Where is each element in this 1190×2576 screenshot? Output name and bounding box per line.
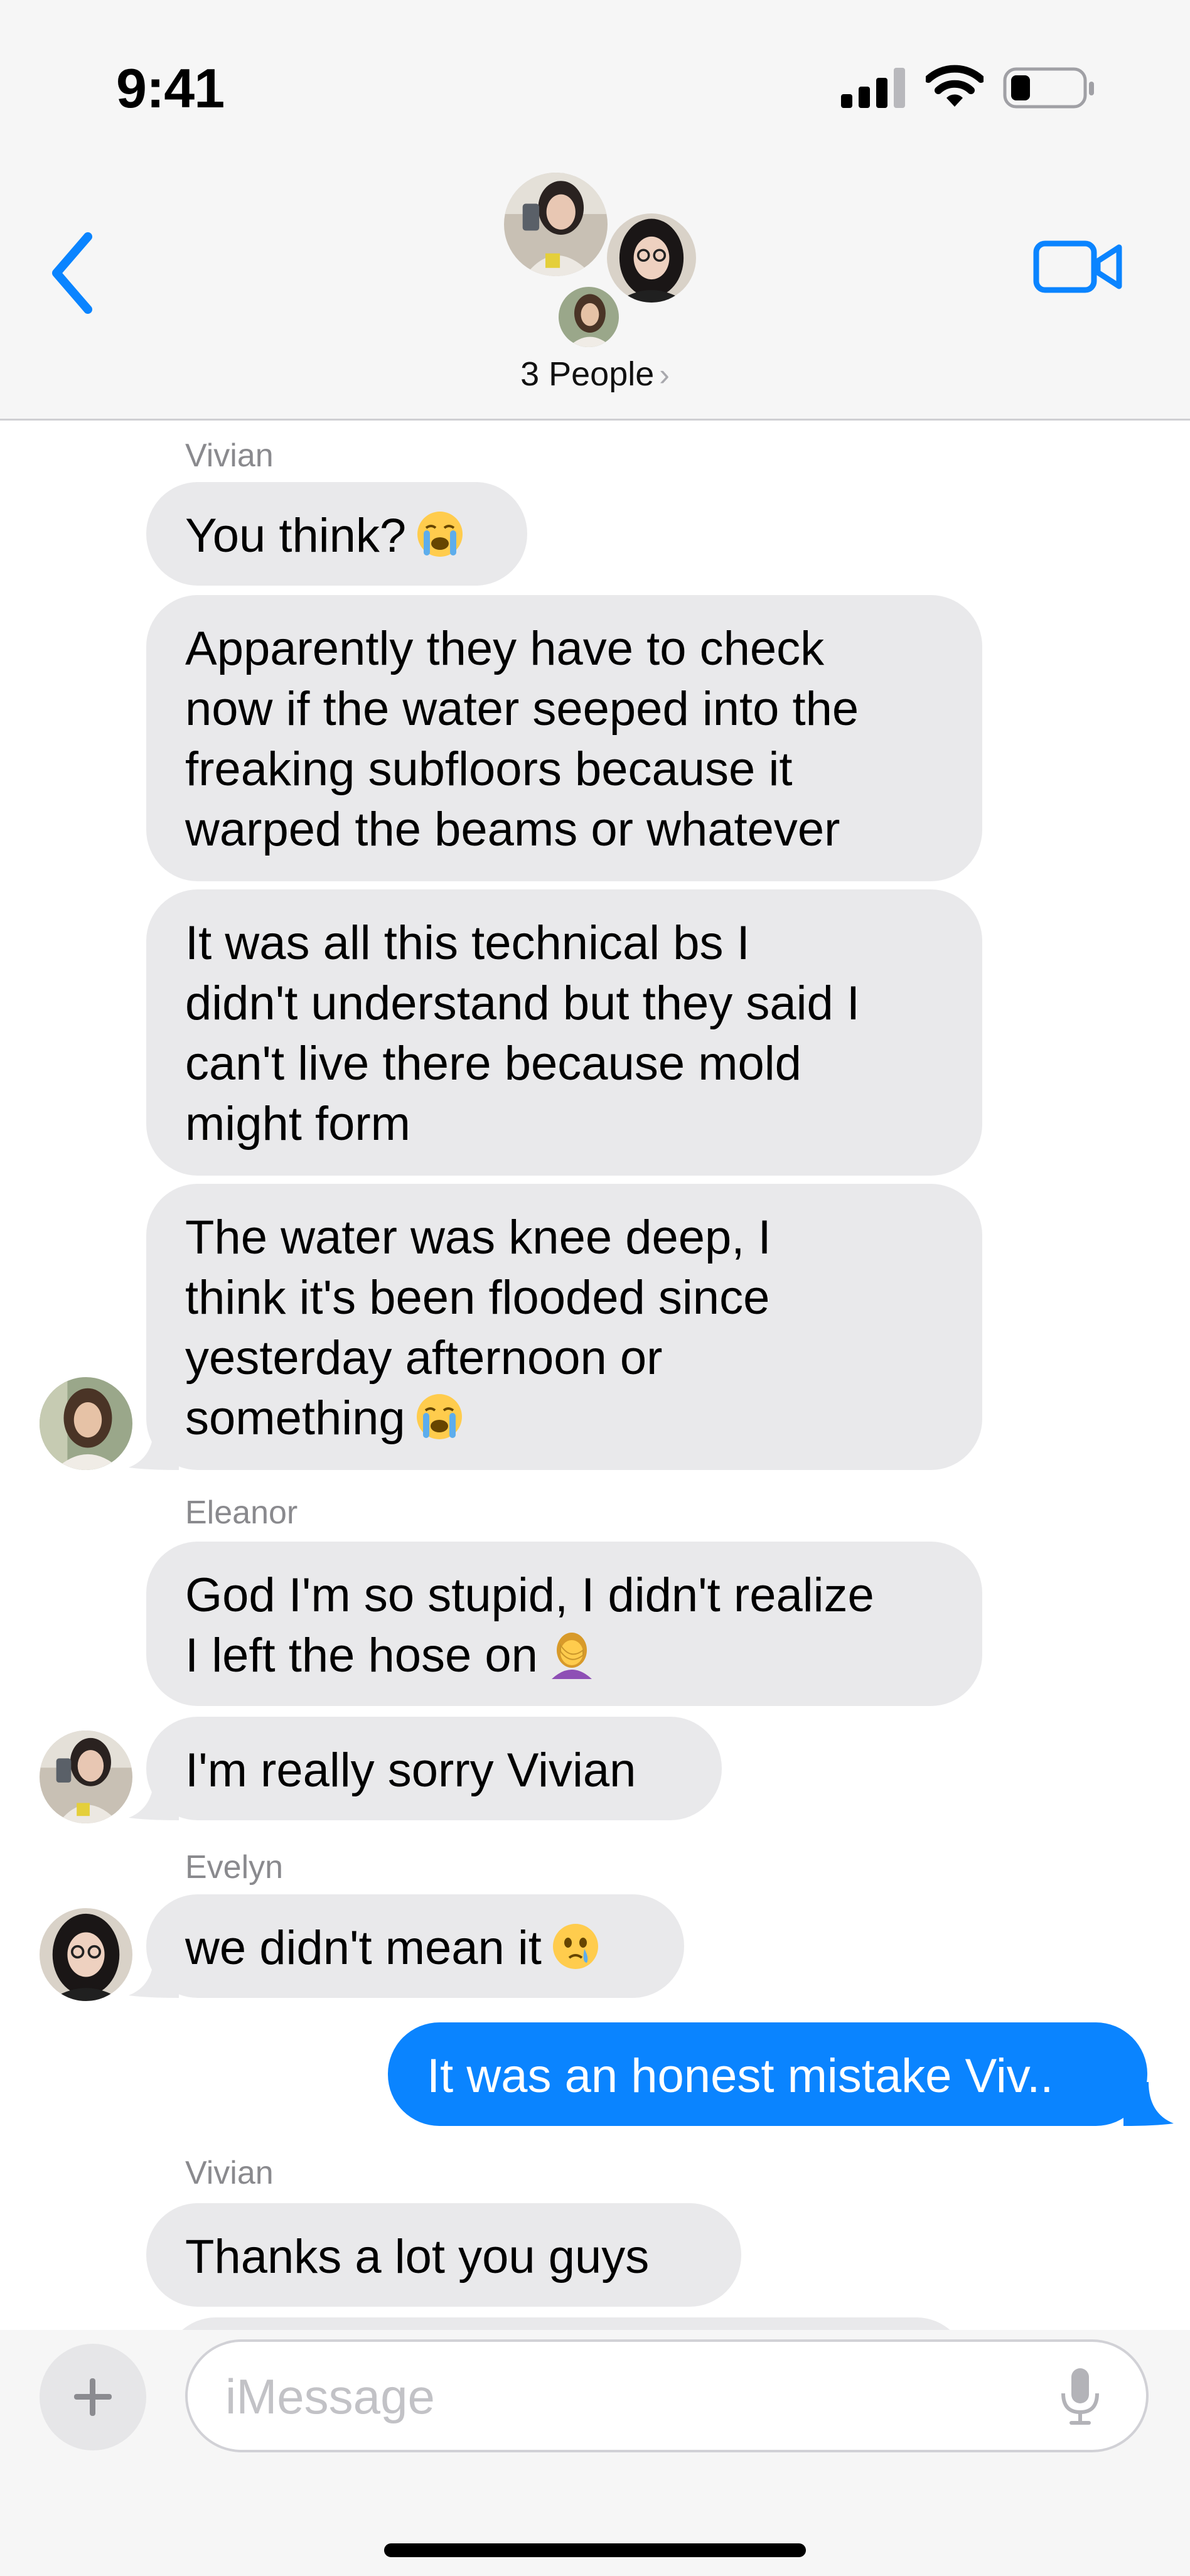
message-text: God I'm so stupid, I didn't realize I le…: [185, 1569, 874, 1682]
input-bar: iMessage: [0, 2330, 1190, 2576]
message-bubble[interactable]: Thanks a lot you guys: [146, 2203, 741, 2307]
avatar-eleanor: [501, 169, 611, 279]
person-facepalming-emoji: [551, 1633, 592, 1679]
message-text: The water was knee deep, I think it's be…: [185, 1211, 771, 1445]
message-bubble[interactable]: You think?: [146, 482, 527, 586]
loudly-crying-face-emoji: [416, 1394, 462, 1439]
message-text: It was an honest mistake Viv..: [427, 2049, 1054, 2103]
bubble-tail: [1123, 2082, 1174, 2126]
message-bubble[interactable]: It was all this technical bs I didn't un…: [146, 889, 982, 1176]
message-list[interactable]: Vivian You think? Apparently they have t…: [0, 422, 1190, 2330]
cellular-signal-icon: [841, 68, 905, 108]
message-bubble[interactable]: The water was knee deep, I think it's be…: [146, 1184, 982, 1470]
bubble-tail: [129, 1954, 179, 1998]
message-text: Apparently they have to check now if the…: [185, 622, 859, 856]
plus-icon-stem: [90, 2378, 95, 2416]
message-bubble[interactable]: God I'm so stupid, I didn't realize I le…: [146, 1542, 982, 1706]
messages-screen: 9:41 3 People › Vivian You think? Appare…: [0, 0, 1190, 2576]
message-text: I'm really sorry Vivian: [185, 1744, 636, 1797]
chevron-right-icon: ›: [659, 357, 670, 392]
avatar-eleanor[interactable]: [40, 1731, 132, 1823]
message-text: Thanks a lot you guys: [185, 2230, 650, 2284]
status-bar: 9:41: [0, 0, 1190, 157]
message-text: we didn't mean it: [185, 1921, 542, 1975]
avatar-vivian: [555, 284, 622, 350]
message-bubble[interactable]: I'm really sorry Vivian: [146, 1717, 722, 1820]
sender-label: Evelyn: [185, 1849, 284, 1886]
outgoing-message-bubble[interactable]: It was an honest mistake Viv..: [388, 2022, 1147, 2126]
sender-label: Vivian: [185, 2155, 274, 2191]
back-button[interactable]: [44, 229, 100, 317]
home-indicator[interactable]: [384, 2543, 806, 2557]
bubble-tail: [129, 1776, 179, 1820]
loudly-crying-face-emoji: [417, 512, 463, 557]
message-bubble-partial[interactable]: [164, 2317, 968, 2330]
status-time: 9:41: [116, 57, 225, 119]
message-bubble[interactable]: Apparently they have to check now if the…: [146, 595, 982, 881]
video-call-button[interactable]: [1032, 232, 1123, 301]
sender-label: Eleanor: [185, 1495, 298, 1531]
message-text: It was all this technical bs I didn't un…: [185, 916, 860, 1151]
conversation-header: 3 People ›: [0, 157, 1190, 421]
message-input-placeholder: iMessage: [225, 2369, 435, 2424]
group-title[interactable]: 3 People ›: [0, 355, 1190, 394]
microphone-icon[interactable]: [1058, 2366, 1102, 2428]
avatar-evelyn[interactable]: [40, 1908, 132, 2001]
bubble-tail: [129, 1426, 179, 1470]
avatar-evelyn: [604, 210, 699, 306]
message-input[interactable]: iMessage: [185, 2339, 1149, 2452]
sender-label: Vivian: [185, 437, 274, 474]
group-title-label: 3 People: [520, 355, 655, 393]
group-avatars[interactable]: [496, 169, 703, 358]
message-bubble[interactable]: we didn't mean it: [146, 1894, 684, 1998]
wifi-icon: [926, 65, 984, 107]
message-text: You think?: [185, 509, 407, 562]
face-holding-back-tears-emoji: [552, 1924, 598, 1969]
plus-button[interactable]: [40, 2344, 146, 2450]
battery-icon: [1003, 67, 1094, 109]
avatar-vivian[interactable]: [40, 1377, 132, 1470]
